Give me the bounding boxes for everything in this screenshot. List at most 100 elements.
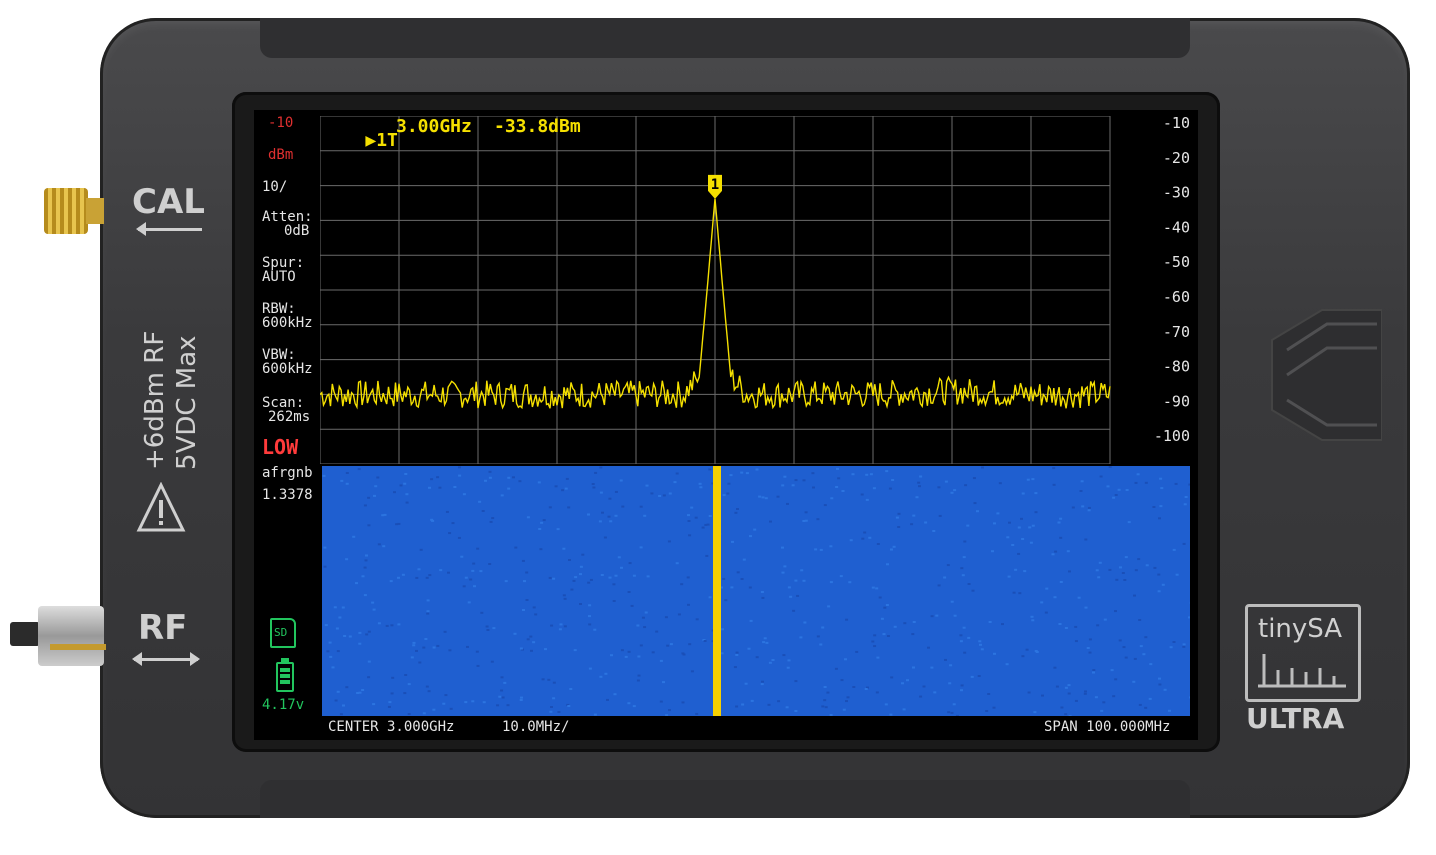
waterfall-noise [639, 546, 643, 549]
waterfall-noise [677, 613, 681, 616]
waterfall-noise [668, 492, 672, 495]
waterfall-noise [869, 473, 873, 476]
vbw-value[interactable]: 600kHz [262, 362, 313, 376]
waterfall-noise [329, 655, 333, 658]
waterfall-noise [1064, 686, 1068, 689]
spur-value[interactable]: AUTO [262, 270, 296, 284]
waterfall-noise [639, 505, 643, 508]
waterfall-noise [612, 600, 616, 602]
waterfall-noise [334, 699, 338, 702]
waterfall-noise [457, 536, 461, 539]
waterfall-noise [476, 664, 480, 667]
waterfall-noise [358, 642, 362, 645]
waterfall-noise [1067, 692, 1071, 695]
waterfall-noise [391, 676, 395, 679]
waterfall-noise [767, 703, 771, 706]
mode-low[interactable]: LOW [262, 437, 298, 457]
spur-label[interactable]: Spur: [262, 256, 304, 270]
waterfall-noise [1114, 610, 1117, 613]
waterfall-noise [897, 526, 901, 528]
waterfall-noise [593, 713, 597, 716]
rbw-value[interactable]: 600kHz [262, 316, 313, 330]
waterfall-noise [871, 586, 875, 589]
spectrum-plot[interactable]: -10 -20 -30 -40 -50 -60 -70 -80 -90 -100 1 [320, 116, 1194, 464]
atten-label[interactable]: Atten: [262, 210, 313, 224]
scan-value[interactable]: 262ms [268, 410, 310, 424]
waterfall-noise [552, 697, 556, 700]
waterfall-noise [374, 485, 378, 488]
scale-label[interactable]: 10/ [262, 180, 287, 194]
waterfall-noise [895, 516, 899, 519]
waterfall-noise [882, 633, 886, 636]
waterfall-noise [593, 628, 597, 631]
waterfall-noise [475, 650, 479, 653]
waterfall-noise [554, 485, 558, 488]
waterfall-noise [540, 521, 544, 524]
waterfall-noise [614, 574, 618, 577]
vbw-label[interactable]: VBW: [262, 348, 296, 362]
waterfall-noise [760, 591, 764, 593]
waterfall-noise [619, 479, 623, 482]
waterfall-noise [1059, 536, 1063, 539]
waterfall-noise [1159, 477, 1163, 480]
waterfall-noise [607, 515, 611, 518]
waterfall-noise [688, 643, 692, 646]
waterfall-noise [978, 640, 982, 643]
waterfall-noise [1077, 596, 1081, 599]
waterfall-noise [755, 656, 759, 659]
waterfall-noise [967, 636, 971, 639]
waterfall-noise [878, 596, 882, 599]
sd-card-label: SD [274, 626, 288, 639]
waterfall-noise [839, 575, 843, 578]
waterfall-noise [562, 547, 566, 550]
waterfall-noise [733, 666, 737, 669]
waterfall-noise [888, 487, 892, 490]
rbw-label[interactable]: RBW: [262, 302, 296, 316]
unit-label[interactable]: dBm [268, 148, 293, 162]
waterfall-noise [387, 705, 391, 708]
scan-label[interactable]: Scan: [262, 396, 304, 410]
waterfall-noise [1094, 696, 1098, 699]
ref-level[interactable]: -10 [268, 116, 293, 130]
waterfall-noise [601, 511, 604, 514]
waterfall-noise [891, 479, 895, 481]
waterfall-noise [630, 604, 634, 607]
battery-icon [276, 658, 294, 692]
waterfall-noise [514, 546, 518, 549]
atten-value[interactable]: 0dB [284, 224, 309, 238]
waterfall-noise [627, 702, 631, 705]
waterfall-noise [821, 705, 825, 708]
marker-label[interactable]: ▶1T [322, 120, 398, 162]
waterfall-noise [953, 614, 957, 617]
waterfall-noise [924, 521, 928, 524]
waterfall-noise [662, 494, 666, 497]
waterfall-noise [1182, 542, 1186, 545]
waterfall-noise [911, 633, 915, 636]
waterfall-noise [967, 583, 971, 585]
waterfall-noise [336, 650, 340, 653]
waterfall-noise [1134, 481, 1138, 484]
waterfall-noise [827, 605, 831, 608]
waterfall-noise [1125, 489, 1129, 491]
waterfall-noise [695, 618, 699, 621]
waterfall-noise [944, 658, 947, 661]
waterfall-noise [401, 573, 405, 576]
waterfall-noise [889, 713, 893, 716]
waterfall-noise [603, 536, 607, 539]
waterfall-noise [1087, 509, 1091, 512]
waterfall-noise [367, 676, 371, 679]
span-frequency[interactable]: SPAN 100.000MHz [1044, 720, 1170, 734]
waterfall-noise [823, 699, 827, 702]
waterfall-noise [886, 563, 889, 566]
y-tick-label: -20 [1163, 149, 1190, 167]
waterfall-noise [430, 478, 434, 481]
center-frequency[interactable]: CENTER 3.000GHz [328, 720, 454, 734]
waterfall-noise [579, 573, 582, 576]
waterfall-noise [1087, 506, 1091, 509]
waterfall-noise [567, 506, 571, 509]
waterfall-noise [432, 708, 436, 711]
waterfall-noise [960, 567, 964, 570]
waterfall-noise [1031, 619, 1035, 622]
waterfall-noise [1031, 524, 1035, 527]
waterfall-noise [998, 482, 1002, 485]
